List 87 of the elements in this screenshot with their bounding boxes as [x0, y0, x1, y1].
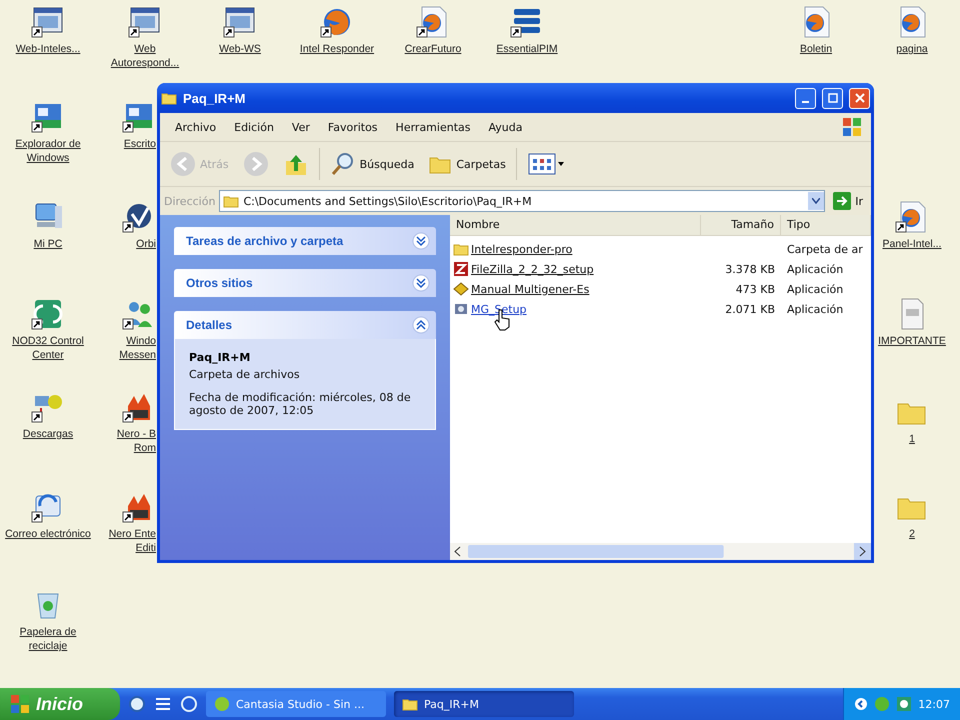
icon-label[interactable]: Intel Responder: [300, 42, 374, 56]
taskbar-button[interactable]: Paq_IR+M: [394, 691, 574, 717]
close-icon: [854, 93, 864, 103]
icon-label[interactable]: EssentialPIM: [496, 42, 558, 56]
icon-label[interactable]: Windo Messen: [98, 334, 156, 362]
column-header[interactable]: Tipo: [781, 215, 871, 235]
icon-label[interactable]: IMPORTANTE: [878, 334, 946, 348]
address-label: Dirección: [164, 194, 216, 208]
search-button[interactable]: Búsqueda: [326, 149, 418, 179]
go-button[interactable]: Ir: [829, 190, 867, 212]
expand-icon[interactable]: [412, 274, 430, 292]
taskbar-button[interactable]: Cantasia Studio - Sin ...: [206, 691, 386, 717]
search-icon: [330, 151, 356, 177]
icon-label[interactable]: Correo electrónico: [5, 527, 91, 541]
icon-label[interactable]: Panel-Intel...: [882, 237, 942, 251]
icon-label[interactable]: Papelera de reciclaje: [4, 625, 92, 653]
type-cell-text: Aplicación: [786, 282, 844, 296]
section-header[interactable]: Detalles: [174, 311, 436, 339]
size-cell-text: 473 KB: [734, 282, 776, 296]
app-icon: [214, 696, 230, 712]
close-button[interactable]: [849, 88, 870, 108]
column-header[interactable]: Tamaño: [701, 215, 781, 235]
file-name[interactable]: FileZilla_2_2_32_setup: [471, 262, 594, 276]
minimize-button[interactable]: [795, 88, 816, 108]
icon-label[interactable]: Orbi: [136, 237, 156, 251]
package-icon: [453, 281, 469, 297]
section-header[interactable]: Tareas de archivo y carpeta: [174, 227, 436, 255]
column-header[interactable]: Nombre: [450, 215, 701, 235]
icon-label[interactable]: NOD32 Control Center: [4, 334, 92, 362]
icon-label[interactable]: Web Autorespond...: [101, 42, 189, 70]
file-name[interactable]: Manual Multigener-Es: [471, 282, 590, 296]
icon-label[interactable]: Escrito: [124, 137, 156, 151]
size-cell-text: 2.071 KB: [724, 302, 776, 316]
window-title: Paq_IR+M: [183, 90, 246, 106]
icon-label[interactable]: Nero - B Rom: [98, 427, 156, 455]
list-icon[interactable]: [154, 695, 172, 713]
back-icon: [170, 151, 196, 177]
menu-item[interactable]: Ver: [282, 120, 319, 134]
chevron-icon[interactable]: [854, 697, 868, 711]
icon-label[interactable]: Explorador de Windows: [4, 137, 92, 165]
menu-item[interactable]: Herramientas: [386, 120, 480, 134]
icon-label[interactable]: Web-Inteles...: [16, 42, 80, 56]
address-field[interactable]: C:\Documents and Settings\Silo\Escritorio\Paq_IR+M: [219, 190, 826, 212]
menu-item[interactable]: Favoritos: [318, 120, 387, 134]
menu-item[interactable]: Ayuda: [479, 120, 532, 134]
icon-label[interactable]: pagina: [896, 42, 928, 56]
collapse-icon[interactable]: [412, 316, 430, 334]
clock: 12:07: [918, 698, 950, 710]
window-icon[interactable]: [128, 5, 162, 39]
folder-type: Carpeta de archivos: [189, 368, 301, 381]
app-icon: [453, 261, 469, 277]
maximize-icon: [828, 93, 838, 103]
window-icon[interactable]: [223, 5, 257, 39]
file-name[interactable]: MG_Setup: [471, 302, 527, 316]
type-cell-text: Aplicación: [786, 262, 844, 276]
minimize-icon: [802, 101, 809, 103]
section-title[interactable]: Detalles: [186, 318, 232, 332]
window-icon[interactable]: [31, 5, 65, 39]
dropdown-icon[interactable]: [808, 192, 824, 210]
folders-button[interactable]: Carpetas: [424, 150, 510, 178]
icon-label[interactable]: 1: [909, 432, 915, 446]
section-title[interactable]: Tareas de archivo y carpeta: [186, 234, 344, 248]
menu-item[interactable]: Edición: [225, 120, 283, 134]
icon-label[interactable]: Nero Ente Editi: [98, 527, 156, 555]
modified-date: Fecha de modificación: miércoles, 08 de agosto de 2007, 12:05: [189, 391, 412, 417]
menu-item[interactable]: Archivo: [166, 120, 226, 134]
icon-label[interactable]: 2: [909, 527, 915, 541]
installer-icon: [453, 301, 469, 317]
icon-label[interactable]: CrearFuturo: [404, 42, 462, 56]
app-icon[interactable]: [31, 297, 65, 331]
folder-name: Paq_IR+M: [189, 351, 252, 364]
views-icon: [526, 152, 565, 176]
icon-label[interactable]: Descargas: [22, 427, 74, 441]
file-name[interactable]: Intelresponder-pro: [471, 242, 572, 256]
icon-label[interactable]: Mi PC: [34, 237, 62, 251]
icon-label[interactable]: Web-WS: [219, 42, 261, 56]
flag-logo-icon: [10, 694, 30, 714]
section-header[interactable]: Otros sitios: [174, 269, 436, 297]
expand-icon[interactable]: [412, 232, 430, 250]
icon-label[interactable]: Boletin: [800, 42, 832, 56]
horizontal-scrollbar[interactable]: [450, 543, 871, 560]
maximize-button[interactable]: [822, 88, 843, 108]
size-cell-text: 3.378 KB: [724, 262, 776, 276]
type-cell-text: Carpeta de ar: [786, 242, 864, 256]
section-title[interactable]: Otros sitios: [186, 276, 253, 290]
forward-icon: [242, 151, 269, 177]
type-cell-text: Aplicación: [786, 302, 844, 316]
